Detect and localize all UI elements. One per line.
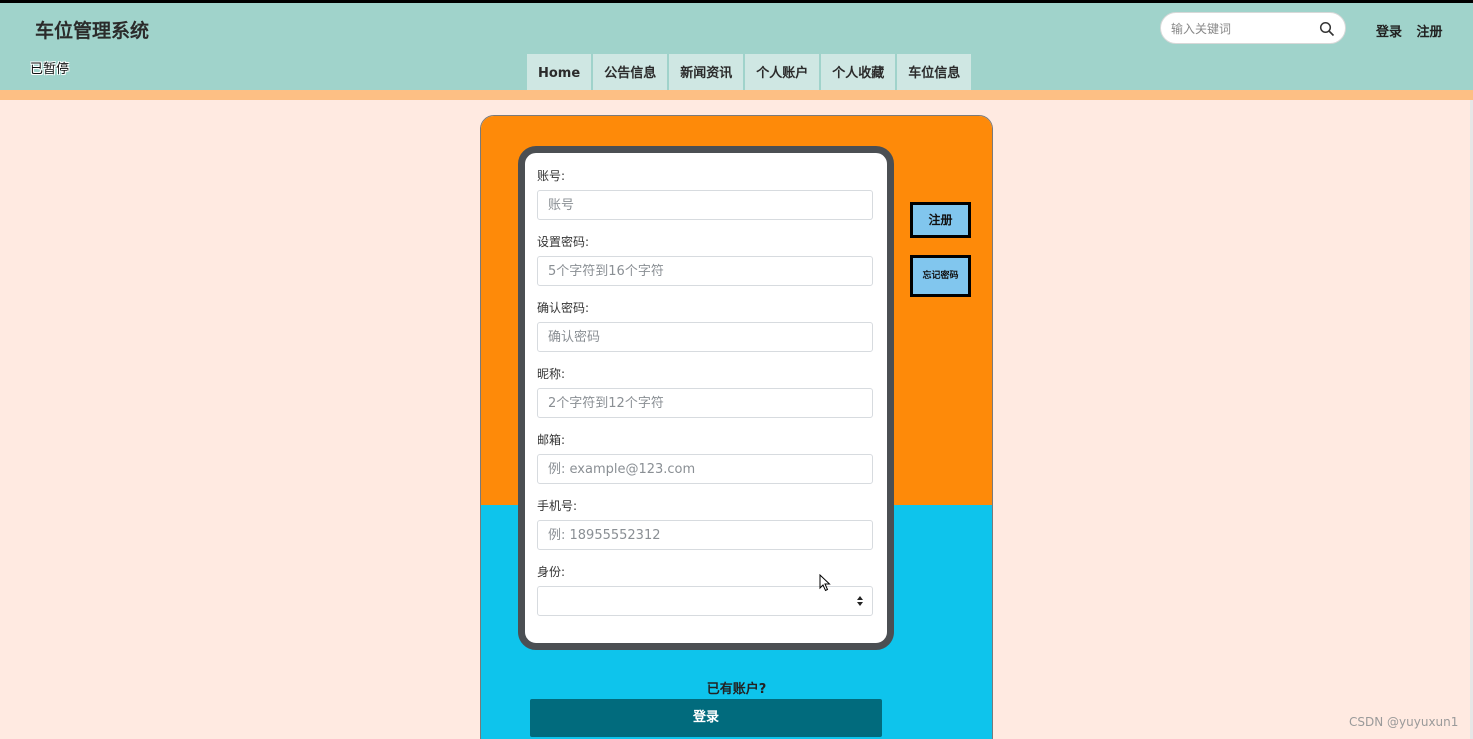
watermark-text: CSDN @yuyuxun1 — [1349, 715, 1459, 729]
search-icon[interactable] — [1319, 21, 1335, 37]
nickname-input[interactable] — [537, 388, 873, 418]
register-form: 账号: 设置密码: 确认密码: 昵称: 邮箱: 手机号: 身份: — [518, 146, 894, 650]
search-input[interactable] — [1171, 19, 1316, 39]
paused-label: 已暂停 — [30, 62, 70, 77]
register-button[interactable]: 注册 — [910, 202, 971, 238]
password-input[interactable] — [537, 256, 873, 286]
forgot-password-button[interactable]: 忘记密码 — [910, 255, 971, 297]
nav-item-news[interactable]: 新闻资讯 — [669, 54, 746, 93]
site-title: 车位管理系统 — [35, 20, 150, 42]
password-label: 设置密码: — [537, 235, 590, 249]
have-account-text: 已有账户? — [706, 682, 767, 697]
search-box[interactable] — [1160, 12, 1346, 44]
select-arrows-icon — [857, 596, 863, 606]
nav-item-parking[interactable]: 车位信息 — [897, 54, 972, 93]
account-label: 账号: — [537, 169, 566, 183]
confirm-password-input[interactable] — [537, 322, 873, 352]
mouse-cursor-icon — [819, 574, 831, 592]
register-panel: 账号: 设置密码: 确认密码: 昵称: 邮箱: 手机号: 身份: 注册 忘记密码… — [480, 115, 993, 739]
phone-input[interactable] — [537, 520, 873, 550]
email-label: 邮箱: — [537, 433, 566, 447]
header-stripe — [0, 90, 1473, 100]
main-nav: Home 公告信息 新闻资讯 个人账户 个人收藏 车位信息 — [527, 54, 972, 93]
nickname-label: 昵称: — [537, 367, 566, 381]
phone-label: 手机号: — [537, 499, 578, 513]
nav-item-account[interactable]: 个人账户 — [745, 54, 822, 93]
nav-item-favorites[interactable]: 个人收藏 — [821, 54, 898, 93]
login-button[interactable]: 登录 — [530, 699, 882, 737]
top-header: 车位管理系统 已暂停 登录 注册 Home 公告信息 新闻资讯 个人账户 个人收… — [0, 0, 1473, 93]
identity-label: 身份: — [537, 565, 566, 579]
confirm-password-label: 确认密码: — [537, 301, 590, 315]
register-link[interactable]: 注册 — [1417, 25, 1443, 40]
account-input[interactable] — [537, 190, 873, 220]
auth-links: 登录 注册 — [1376, 21, 1453, 40]
login-link[interactable]: 登录 — [1376, 25, 1402, 40]
nav-item-announcements[interactable]: 公告信息 — [593, 54, 670, 93]
nav-item-home[interactable]: Home — [527, 54, 594, 93]
email-input[interactable] — [537, 454, 873, 484]
